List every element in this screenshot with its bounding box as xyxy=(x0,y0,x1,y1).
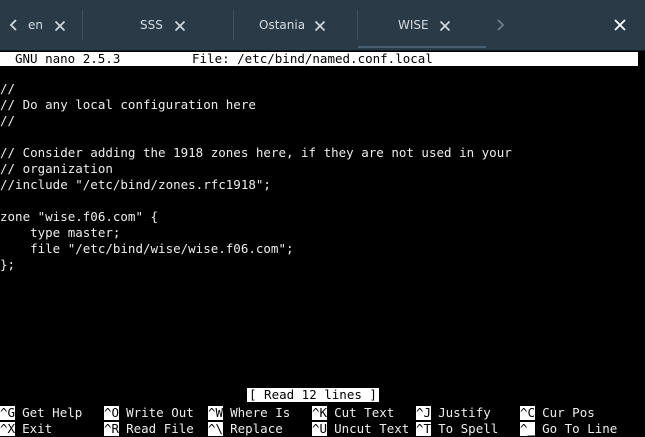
shortcut-label: Where Is xyxy=(230,405,291,420)
shortcut-uncut-text[interactable]: ^U Uncut Text xyxy=(312,421,409,437)
shortcut-key: ^K xyxy=(312,405,328,420)
shortcut-key: ^G xyxy=(0,405,16,420)
tab-scroll-left-button[interactable] xyxy=(0,0,28,50)
shortcut-replace[interactable]: ^\ Replace xyxy=(208,421,283,437)
editor-line: // organization xyxy=(0,161,113,176)
shortcut-justify[interactable]: ^J Justify xyxy=(416,405,491,421)
nano-title-bar: GNU nano 2.5.3 File: /etc/bind/named.con… xyxy=(0,52,638,66)
nano-version: GNU nano 2.5.3 xyxy=(15,51,121,66)
shortcut-label: Cut Text xyxy=(334,405,395,420)
shortcut-label: To Spell xyxy=(438,421,499,436)
tab-label: WISE xyxy=(398,18,429,32)
shortcut-label: Replace xyxy=(230,421,283,436)
close-icon xyxy=(613,18,627,32)
shortcut-key: ^J xyxy=(416,405,432,420)
tab-label: en xyxy=(28,18,43,32)
close-icon[interactable] xyxy=(439,20,451,32)
shortcut-label: Uncut Text xyxy=(334,421,410,436)
shortcut-key: ^_ xyxy=(520,421,536,436)
chevron-left-icon xyxy=(9,18,19,32)
nano-file-name: File: /etc/bind/named.conf.local xyxy=(192,51,433,66)
shortcut-label: Go To Line xyxy=(542,421,618,436)
shortcut-get-help[interactable]: ^G Get Help xyxy=(0,405,82,421)
active-tab-indicator xyxy=(358,46,486,48)
editor-line: // xyxy=(0,113,16,128)
tab-bar: en SSS Ostania WISE xyxy=(0,0,645,51)
shortcut-key: ^C xyxy=(520,405,536,420)
editor-line: }; xyxy=(0,257,16,272)
tab-sss[interactable]: SSS xyxy=(140,0,200,50)
tab-en[interactable]: en xyxy=(28,0,78,50)
shortcut-exit[interactable]: ^X Exit xyxy=(0,421,52,437)
shortcut-label: Write Out xyxy=(126,405,194,420)
tab-ostania[interactable]: Ostania xyxy=(259,0,339,50)
shortcut-key: ^X xyxy=(0,421,16,436)
shortcut-where-is[interactable]: ^W Where Is xyxy=(208,405,290,421)
shortcut-label: Read File xyxy=(126,421,194,436)
shortcut-cut-text[interactable]: ^K Cut Text xyxy=(312,405,394,421)
editor-buffer[interactable]: // // Do any local configuration here //… xyxy=(0,81,645,273)
shortcut-key: ^W xyxy=(208,405,224,420)
close-icon[interactable] xyxy=(54,20,66,32)
terminal[interactable]: GNU nano 2.5.3 File: /etc/bind/named.con… xyxy=(0,51,645,436)
tab-label: Ostania xyxy=(259,18,306,32)
editor-line: //include "/etc/bind/zones.rfc1918"; xyxy=(0,177,271,192)
tab-wise[interactable]: WISE xyxy=(358,0,486,50)
shortcut-key: ^U xyxy=(312,421,328,436)
tab-scroll-right-button[interactable] xyxy=(486,0,514,50)
tab-divider xyxy=(233,10,234,40)
shortcut-bar-row-1: ^G Get Help ^O Write Out ^W Where Is ^K … xyxy=(0,405,645,421)
close-icon[interactable] xyxy=(314,20,326,32)
shortcut-key: ^O xyxy=(104,405,120,420)
shortcut-cur-pos[interactable]: ^C Cur Pos xyxy=(520,405,595,421)
editor-line: // Consider adding the 1918 zones here, … xyxy=(0,145,512,160)
shortcut-read-file[interactable]: ^R Read File xyxy=(104,421,194,437)
shortcut-to-spell[interactable]: ^T To Spell xyxy=(416,421,498,437)
editor-line: zone "wise.f06.com" { xyxy=(0,209,159,224)
shortcut-label: Justify xyxy=(438,405,491,420)
editor-line: type master; xyxy=(0,225,121,240)
editor-line: file "/etc/bind/wise/wise.f06.com"; xyxy=(0,241,294,256)
shortcut-bar-row-2: ^X Exit ^R Read File ^\ Replace ^U Uncut… xyxy=(0,421,645,437)
editor-line: // Do any local configuration here xyxy=(0,97,256,112)
shortcut-label: Get Help xyxy=(22,405,83,420)
shortcut-label: Exit xyxy=(22,421,53,436)
status-message: [ Read 12 lines ] xyxy=(247,387,379,402)
shortcut-key: ^T xyxy=(416,421,432,436)
close-icon[interactable] xyxy=(174,20,186,32)
tab-label: SSS xyxy=(140,18,163,32)
editor-line: // xyxy=(0,81,16,96)
shortcut-label: Cur Pos xyxy=(542,405,595,420)
window-close-button[interactable] xyxy=(595,0,645,50)
shortcut-write-out[interactable]: ^O Write Out xyxy=(104,405,194,421)
shortcut-key: ^R xyxy=(104,421,120,436)
shortcut-go-to-line[interactable]: ^_ Go To Line xyxy=(520,421,617,437)
tab-divider xyxy=(82,10,83,40)
shortcut-key: ^\ xyxy=(208,421,224,436)
chevron-right-icon xyxy=(495,18,505,32)
